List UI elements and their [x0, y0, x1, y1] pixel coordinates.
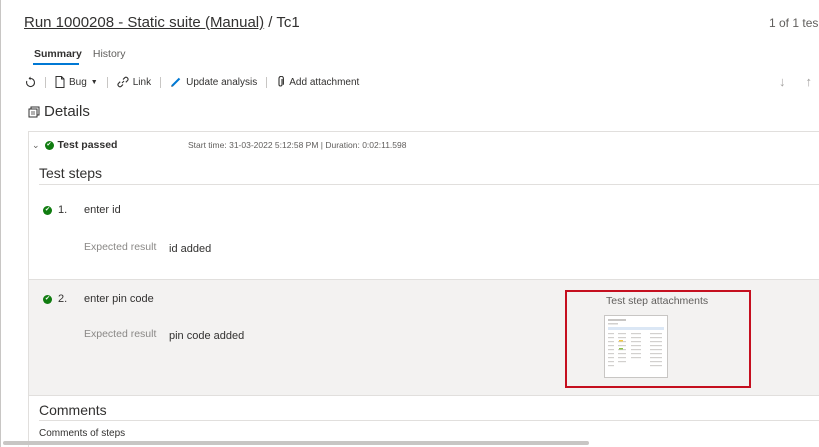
arrow-down-icon[interactable]: ↓ [779, 74, 786, 89]
check-circle-icon: ✔ [43, 294, 52, 304]
comments-heading: Comments [39, 402, 107, 418]
pencil-icon [171, 77, 181, 87]
result-status: Test passed [57, 139, 118, 151]
arrow-up-icon[interactable]: ↑ [806, 74, 813, 89]
test-result-card: ⌄ ✔ Test passed Start time: 31-03-2022 5… [28, 131, 819, 447]
toolbar-divider [45, 76, 46, 88]
step-number-label: 1. [58, 204, 68, 216]
chevron-down-icon[interactable]: ⌄ [32, 140, 40, 151]
test-step-row: ✔ 1. enter id Expected result id added [29, 185, 819, 279]
test-step-row: ✔ 2. enter pin code Expected result pin … [29, 279, 819, 396]
caret-down-icon: ▼ [90, 78, 98, 86]
run-link[interactable]: Run 1000208 - Static suite (Manual) [24, 14, 264, 31]
screenshot-image-icon [608, 319, 664, 367]
toolbar-divider [106, 76, 108, 88]
navigation-arrows: ↓ ↑ [779, 74, 812, 89]
add-attachment-button[interactable]: Add attachment [276, 76, 359, 88]
bug-label: Bug [69, 76, 87, 88]
comments-subheading: Comments of steps [39, 428, 126, 439]
step-action: enter id [84, 204, 121, 216]
test-run-panel: Run 1000208 - Static suite (Manual) / Tc… [0, 0, 819, 447]
toolbar-divider [266, 76, 268, 88]
test-counter: 1 of 1 tes [769, 16, 819, 30]
divider [39, 420, 819, 421]
tab-bar: Summary History [34, 48, 126, 60]
details-title: Details [44, 103, 90, 120]
refresh-button[interactable] [25, 76, 36, 88]
add-attachment-label: Add attachment [289, 76, 360, 88]
attachments-highlight: Test step attachments [565, 290, 751, 388]
bug-icon [55, 76, 65, 88]
check-circle-icon: ✔ [43, 205, 52, 215]
start-time-duration: Start time: 31-03-2022 5:12:58 PM | Dura… [188, 140, 407, 150]
step-number: ✔ 1. [43, 204, 67, 216]
link-label: Link [132, 76, 152, 88]
update-analysis-button[interactable]: Update analysis [170, 76, 257, 88]
link-button[interactable]: Link [117, 76, 151, 88]
step-number: ✔ 2. [43, 293, 67, 305]
step-action: enter pin code [84, 293, 154, 305]
details-icon [28, 106, 40, 117]
horizontal-scrollbar[interactable] [3, 441, 589, 445]
tab-summary[interactable]: Summary [34, 48, 82, 60]
attachments-title: Test step attachments [606, 295, 709, 307]
test-steps-heading: Test steps [39, 165, 103, 181]
step-number-label: 2. [58, 293, 68, 305]
link-icon [117, 76, 129, 88]
test-case-name: Tc1 [276, 14, 300, 31]
update-analysis-label: Update analysis [186, 76, 258, 88]
expected-result-label: Expected result [84, 241, 157, 253]
toolbar-divider [160, 76, 162, 88]
bug-button[interactable]: Bug ▼ [55, 76, 98, 88]
title-separator: / [264, 14, 277, 31]
toolbar: Bug ▼ Link Update analysis Add attachmen… [1, 70, 819, 94]
attachment-thumbnail[interactable] [604, 315, 668, 378]
refresh-icon [25, 76, 36, 88]
page-title: Run 1000208 - Static suite (Manual) / Tc… [24, 14, 300, 31]
expected-result-value: pin code added [169, 330, 245, 342]
paperclip-icon [278, 76, 285, 87]
details-header: Details [28, 103, 90, 120]
result-summary-row[interactable]: ⌄ ✔ Test passed Start time: 31-03-2022 5… [29, 132, 819, 158]
expected-result-value: id added [169, 243, 212, 255]
active-tab-indicator [33, 63, 79, 65]
tab-history[interactable]: History [93, 48, 126, 60]
expected-result-label: Expected result [84, 328, 157, 340]
check-circle-icon: ✔ [44, 140, 54, 150]
